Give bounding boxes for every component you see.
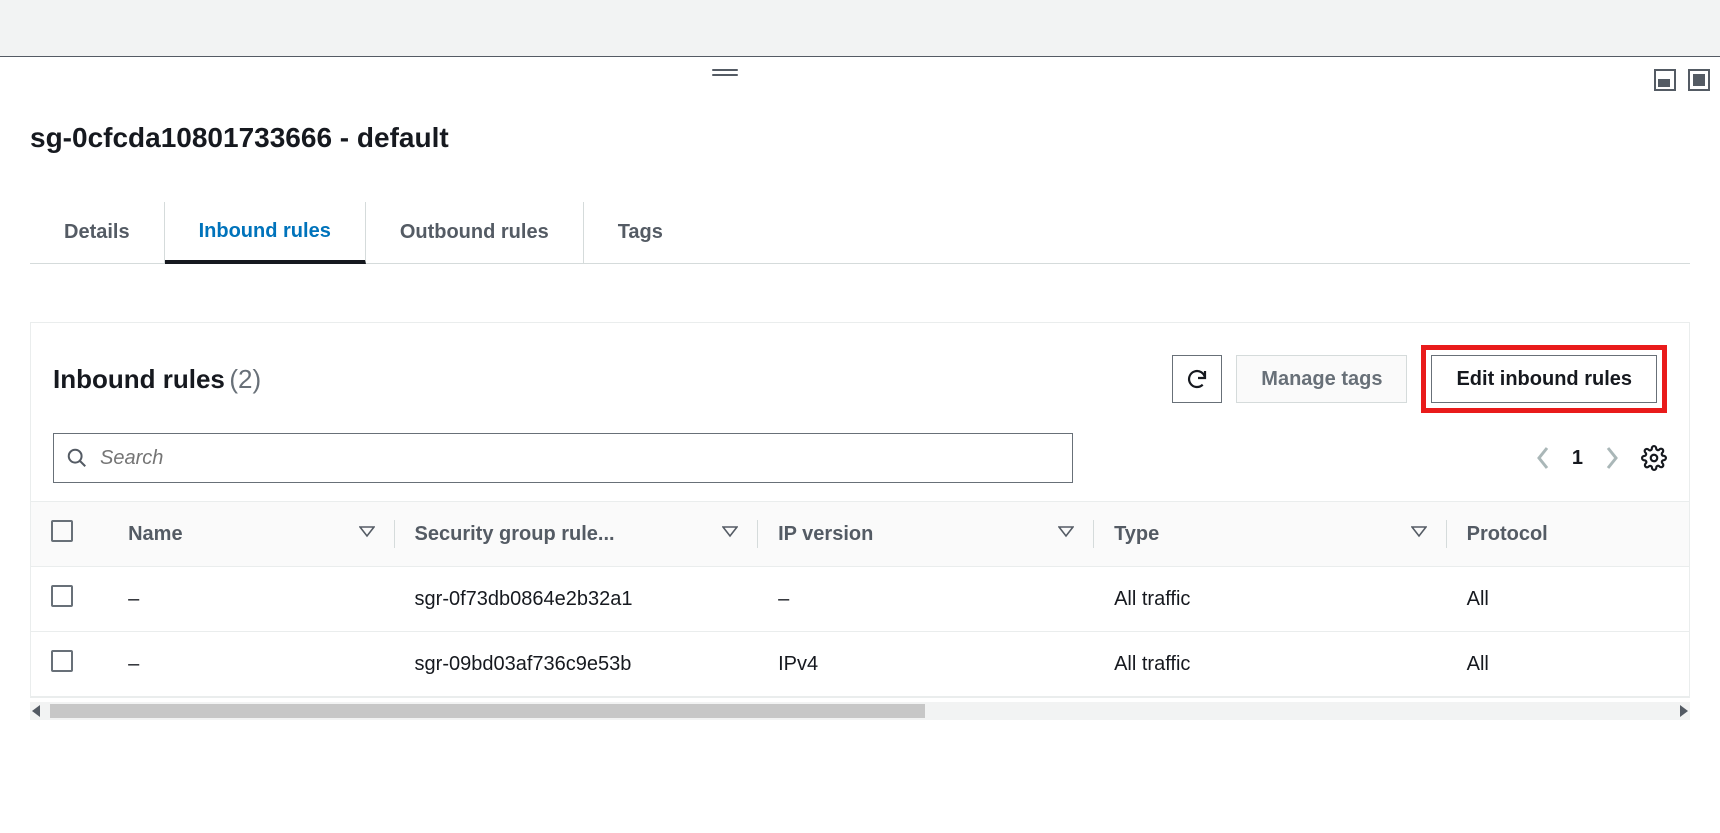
refresh-icon <box>1185 367 1209 391</box>
filter-icon[interactable] <box>722 523 738 546</box>
search-icon <box>66 447 88 469</box>
cell-protocol: All <box>1447 567 1689 632</box>
column-label: IP version <box>778 523 873 546</box>
column-header-rule-id[interactable]: Security group rule... <box>395 502 759 567</box>
table-settings-button[interactable] <box>1641 445 1667 471</box>
cell-name: – <box>108 632 394 697</box>
filter-icon[interactable] <box>1058 523 1074 546</box>
search-row: 1 <box>31 433 1689 501</box>
tab-label: Inbound rules <box>199 220 331 243</box>
inbound-rules-table: Name Security group rule... IP version T… <box>31 502 1689 697</box>
tab-label: Details <box>64 221 130 244</box>
row-checkbox[interactable] <box>51 585 73 607</box>
column-label: Type <box>1114 523 1159 546</box>
filter-icon[interactable] <box>1411 523 1427 546</box>
next-page-button[interactable] <box>1603 444 1621 472</box>
maximize-window-icon[interactable] <box>1688 69 1710 91</box>
cell-type: All traffic <box>1094 632 1447 697</box>
column-label: Protocol <box>1467 523 1548 546</box>
panel-header: Inbound rules (2) Manage tags Edit inbou… <box>31 323 1689 433</box>
tab-bar: Details Inbound rules Outbound rules Tag… <box>30 202 1690 264</box>
row-checkbox[interactable] <box>51 650 73 672</box>
panel-count: (2) <box>229 364 261 394</box>
edit-inbound-rules-highlight: Edit inbound rules <box>1421 345 1667 413</box>
chevron-right-icon <box>1603 444 1621 472</box>
window-controls <box>1654 69 1710 91</box>
cell-type: All traffic <box>1094 567 1447 632</box>
table-header-row: Name Security group rule... IP version T… <box>31 502 1689 567</box>
restore-window-icon[interactable] <box>1654 69 1676 91</box>
edit-inbound-rules-button[interactable]: Edit inbound rules <box>1431 355 1657 403</box>
tab-label: Tags <box>618 221 663 244</box>
cell-ip-version: – <box>758 567 1094 632</box>
tab-outbound-rules[interactable]: Outbound rules <box>366 202 584 263</box>
cell-rule-id: sgr-09bd03af736c9e53b <box>395 632 759 697</box>
gear-icon <box>1641 445 1667 471</box>
column-label: Security group rule... <box>415 523 615 546</box>
column-header-protocol[interactable]: Protocol <box>1447 502 1689 567</box>
cell-ip-version: IPv4 <box>758 632 1094 697</box>
tab-tags[interactable]: Tags <box>584 202 697 263</box>
page-title: sg-0cfcda10801733666 - default <box>0 67 1720 154</box>
inbound-rules-panel: Inbound rules (2) Manage tags Edit inbou… <box>30 322 1690 698</box>
table-row[interactable]: – sgr-0f73db0864e2b32a1 – All traffic Al… <box>31 567 1689 632</box>
panel-drag-handle[interactable] <box>710 69 740 76</box>
column-header-type[interactable]: Type <box>1094 502 1447 567</box>
table-row[interactable]: – sgr-09bd03af736c9e53b IPv4 All traffic… <box>31 632 1689 697</box>
column-label: Name <box>128 523 182 546</box>
scroll-left-icon[interactable] <box>32 705 40 717</box>
cell-rule-id: sgr-0f73db0864e2b32a1 <box>395 567 759 632</box>
refresh-button[interactable] <box>1172 355 1222 403</box>
tab-inbound-rules[interactable]: Inbound rules <box>165 202 366 264</box>
table-scroll-wrap[interactable]: Name Security group rule... IP version T… <box>31 501 1689 697</box>
tab-details[interactable]: Details <box>30 202 165 263</box>
column-header-ip-version[interactable]: IP version <box>758 502 1094 567</box>
search-input[interactable] <box>100 447 1060 470</box>
pagination: 1 <box>1534 444 1667 472</box>
content-area: sg-0cfcda10801733666 - default Details I… <box>0 57 1720 720</box>
cell-name: – <box>108 567 394 632</box>
scroll-right-icon[interactable] <box>1680 705 1688 717</box>
scroll-thumb[interactable] <box>50 704 925 718</box>
panel-title: Inbound rules <box>53 364 225 394</box>
prev-page-button[interactable] <box>1534 444 1552 472</box>
manage-tags-button[interactable]: Manage tags <box>1236 355 1407 403</box>
top-bar <box>0 0 1720 57</box>
tab-label: Outbound rules <box>400 221 549 244</box>
panel-title-group: Inbound rules (2) <box>53 364 261 395</box>
cell-protocol: All <box>1447 632 1689 697</box>
chevron-left-icon <box>1534 444 1552 472</box>
filter-icon[interactable] <box>359 523 375 546</box>
panel-actions: Manage tags Edit inbound rules <box>1172 345 1667 413</box>
search-input-wrap[interactable] <box>53 433 1073 483</box>
column-header-name[interactable]: Name <box>108 502 394 567</box>
page-number: 1 <box>1572 447 1583 470</box>
select-all-checkbox[interactable] <box>51 520 73 542</box>
horizontal-scrollbar[interactable] <box>30 702 1690 720</box>
column-select-all <box>31 502 108 567</box>
